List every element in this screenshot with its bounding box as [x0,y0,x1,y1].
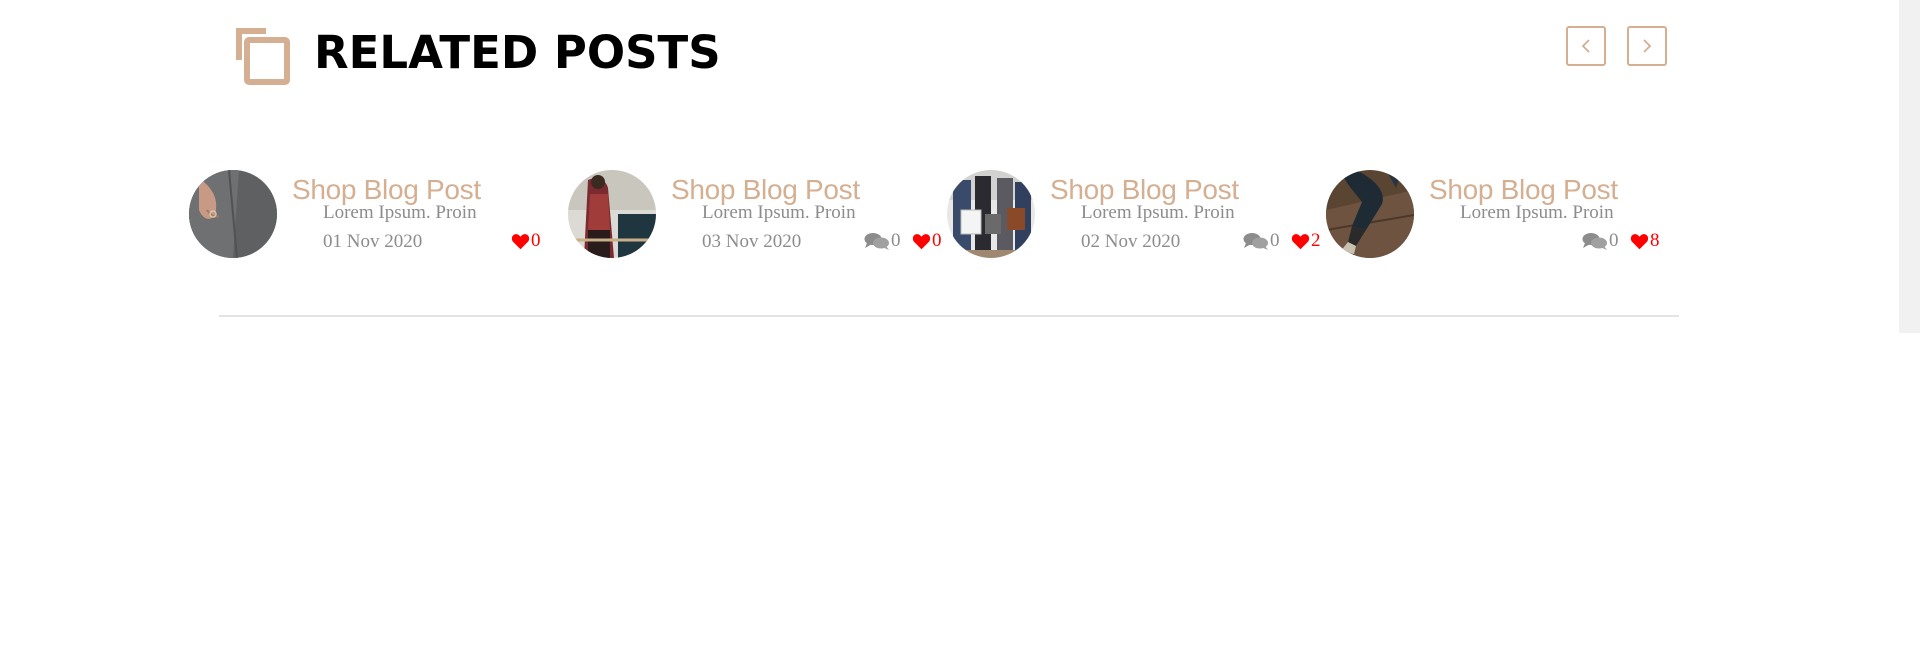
heart-icon [1630,233,1650,250]
post-excerpt: Lorem Ipsum. Proin [323,202,477,223]
related-posts-page: RELATED POSTS Shop Blog Post Lorem Ipsum… [0,0,1920,648]
comments-icon [1243,232,1270,251]
scrollbar-track[interactable] [1899,0,1920,333]
like-count[interactable]: 0 [511,230,541,252]
section-title: RELATED POSTS [314,26,721,79]
comments-icon [864,232,891,251]
post-thumbnail[interactable] [189,170,277,258]
heart-icon [1291,233,1311,250]
chevron-left-icon [1580,38,1592,54]
related-post-card: Shop Blog Post Lorem Ipsum. Proin 02 Nov… [947,170,1327,260]
chevron-right-icon [1641,38,1653,54]
post-thumbnail[interactable] [947,170,1035,258]
comment-count-value: 0 [1609,230,1619,251]
post-date: 03 Nov 2020 [702,231,802,252]
post-date: 01 Nov 2020 [323,231,423,252]
comment-count-value: 0 [1270,230,1280,251]
post-thumbnail[interactable] [1326,170,1414,258]
like-count[interactable]: 2 [1291,230,1321,252]
related-post-card: Shop Blog Post Lorem Ipsum. Proin 01 Nov… [189,170,569,260]
comment-count: 0 [864,230,901,252]
comment-count: 0 [1582,230,1619,252]
comments-icon [1582,232,1609,251]
like-count-value: 0 [932,230,942,251]
like-count[interactable]: 8 [1630,230,1660,252]
next-button[interactable] [1627,26,1667,66]
like-count-value: 2 [1311,230,1321,251]
related-post-card: Shop Blog Post Lorem Ipsum. Proin 03 Nov… [568,170,948,260]
heart-icon [912,233,932,250]
like-count-value: 8 [1650,230,1660,251]
copy-icon [235,27,291,85]
related-post-card: Shop Blog Post Lorem Ipsum. Proin 0 8 [1326,170,1706,260]
post-excerpt: Lorem Ipsum. Proin [1081,202,1235,223]
heart-icon [511,233,531,250]
prev-button[interactable] [1566,26,1606,66]
like-count[interactable]: 0 [912,230,942,252]
comment-count: 0 [1243,230,1280,252]
section-divider [219,315,1679,317]
post-excerpt: Lorem Ipsum. Proin [702,202,856,223]
comment-count-value: 0 [891,230,901,251]
post-thumbnail[interactable] [568,170,656,258]
post-date: 02 Nov 2020 [1081,231,1181,252]
like-count-value: 0 [531,230,541,251]
post-excerpt: Lorem Ipsum. Proin [1460,202,1614,223]
